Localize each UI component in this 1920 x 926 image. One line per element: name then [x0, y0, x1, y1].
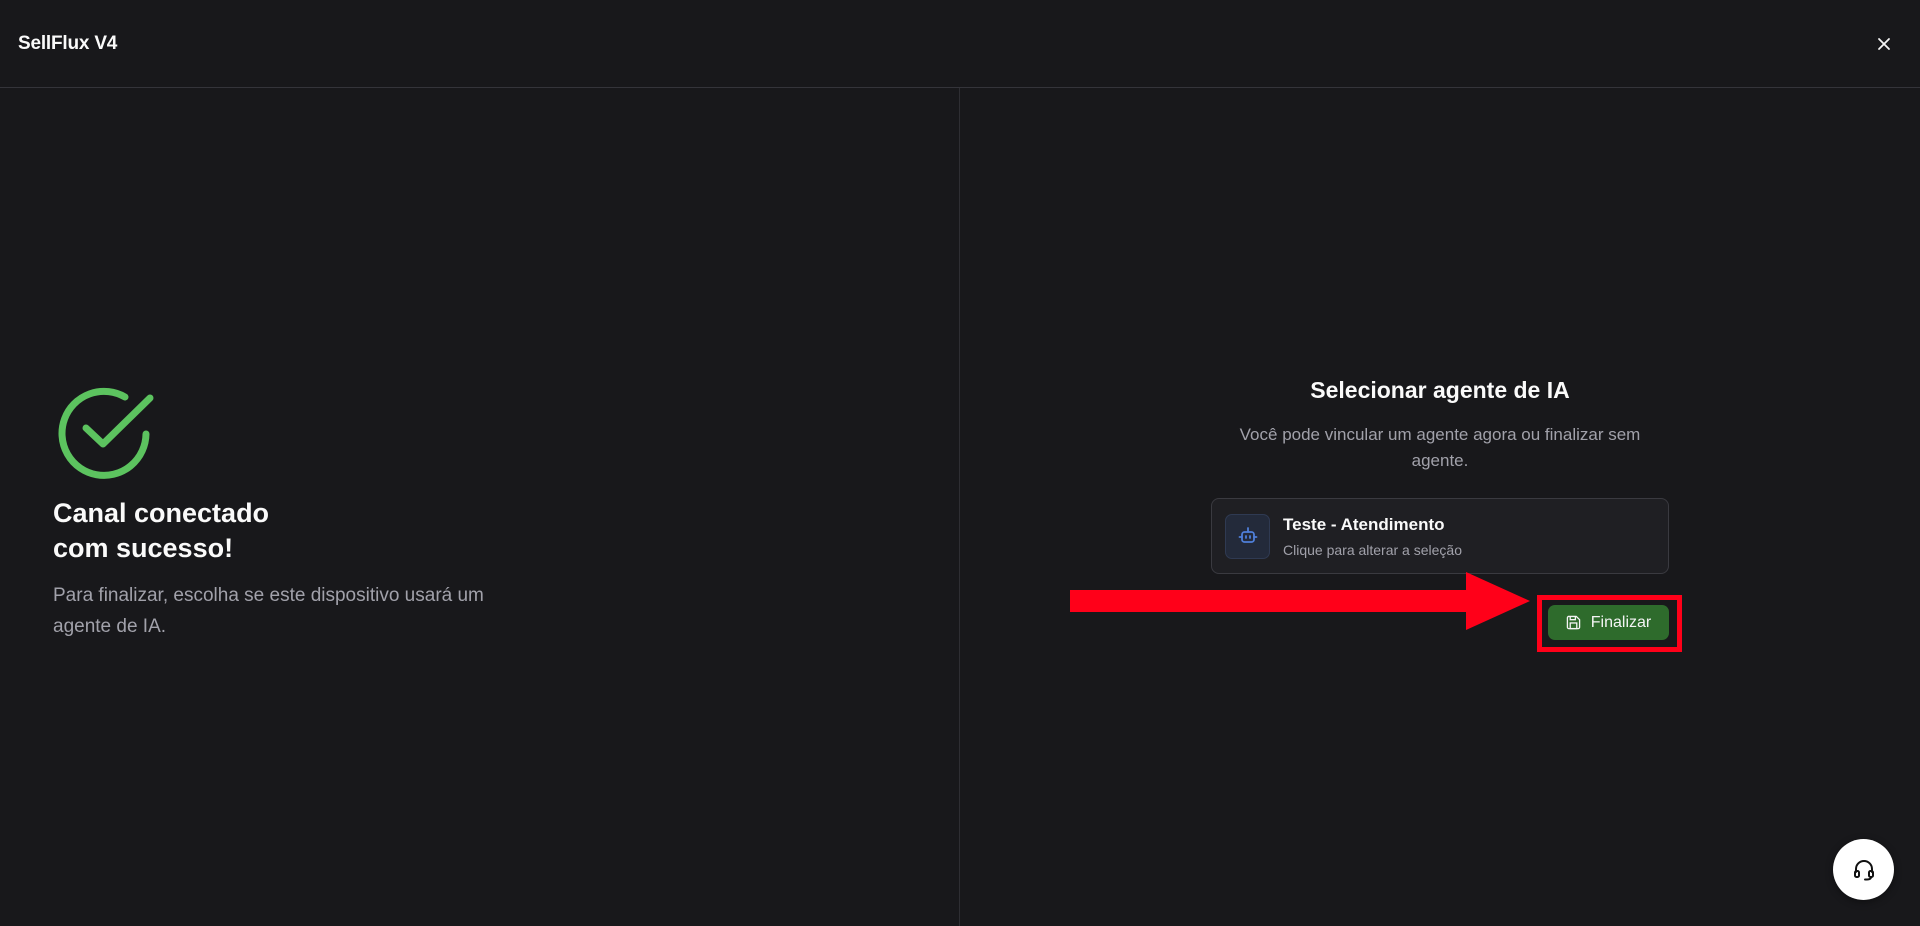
top-bar: SellFlux V4 [0, 0, 1920, 88]
success-title-line1: Canal conectado [53, 498, 270, 528]
success-title-line2: com sucesso! [53, 533, 234, 563]
annotation-arrow [1070, 572, 1530, 630]
app-title: SellFlux V4 [18, 32, 118, 54]
agent-selection-description: Você pode vincular um agente agora ou fi… [1239, 425, 1641, 470]
panel-divider [959, 88, 960, 926]
support-chat-button[interactable] [1833, 839, 1894, 900]
save-icon [1566, 615, 1581, 630]
finalize-button[interactable]: Finalizar [1548, 605, 1669, 640]
finalize-button-label: Finalizar [1590, 613, 1652, 631]
agent-icon-container [1225, 513, 1270, 559]
headset-icon [1853, 859, 1874, 880]
agent-select-card[interactable]: Teste - Atendimento Clique para alterar … [1211, 498, 1669, 574]
success-title: Canal conectado com sucesso! [53, 496, 373, 566]
close-button[interactable] [1870, 30, 1898, 58]
agent-name: Teste - Atendimento [1283, 514, 1445, 534]
check-circle-icon [58, 387, 154, 479]
close-icon [1878, 37, 1890, 50]
agent-selection-title: Selecionar agente de IA [1310, 377, 1570, 403]
bot-icon [1238, 527, 1257, 543]
agent-selection-panel: Selecionar agente de IA Você pode vincul… [1210, 374, 1670, 574]
agent-change-hint: Clique para alterar a seleção [1283, 541, 1462, 558]
success-panel: Canal conectado com sucesso! Para finali… [53, 380, 573, 642]
success-description: Para finalizar, escolha se este disposit… [53, 585, 484, 637]
agent-card-text: Teste - Atendimento Clique para alterar … [1283, 514, 1462, 559]
